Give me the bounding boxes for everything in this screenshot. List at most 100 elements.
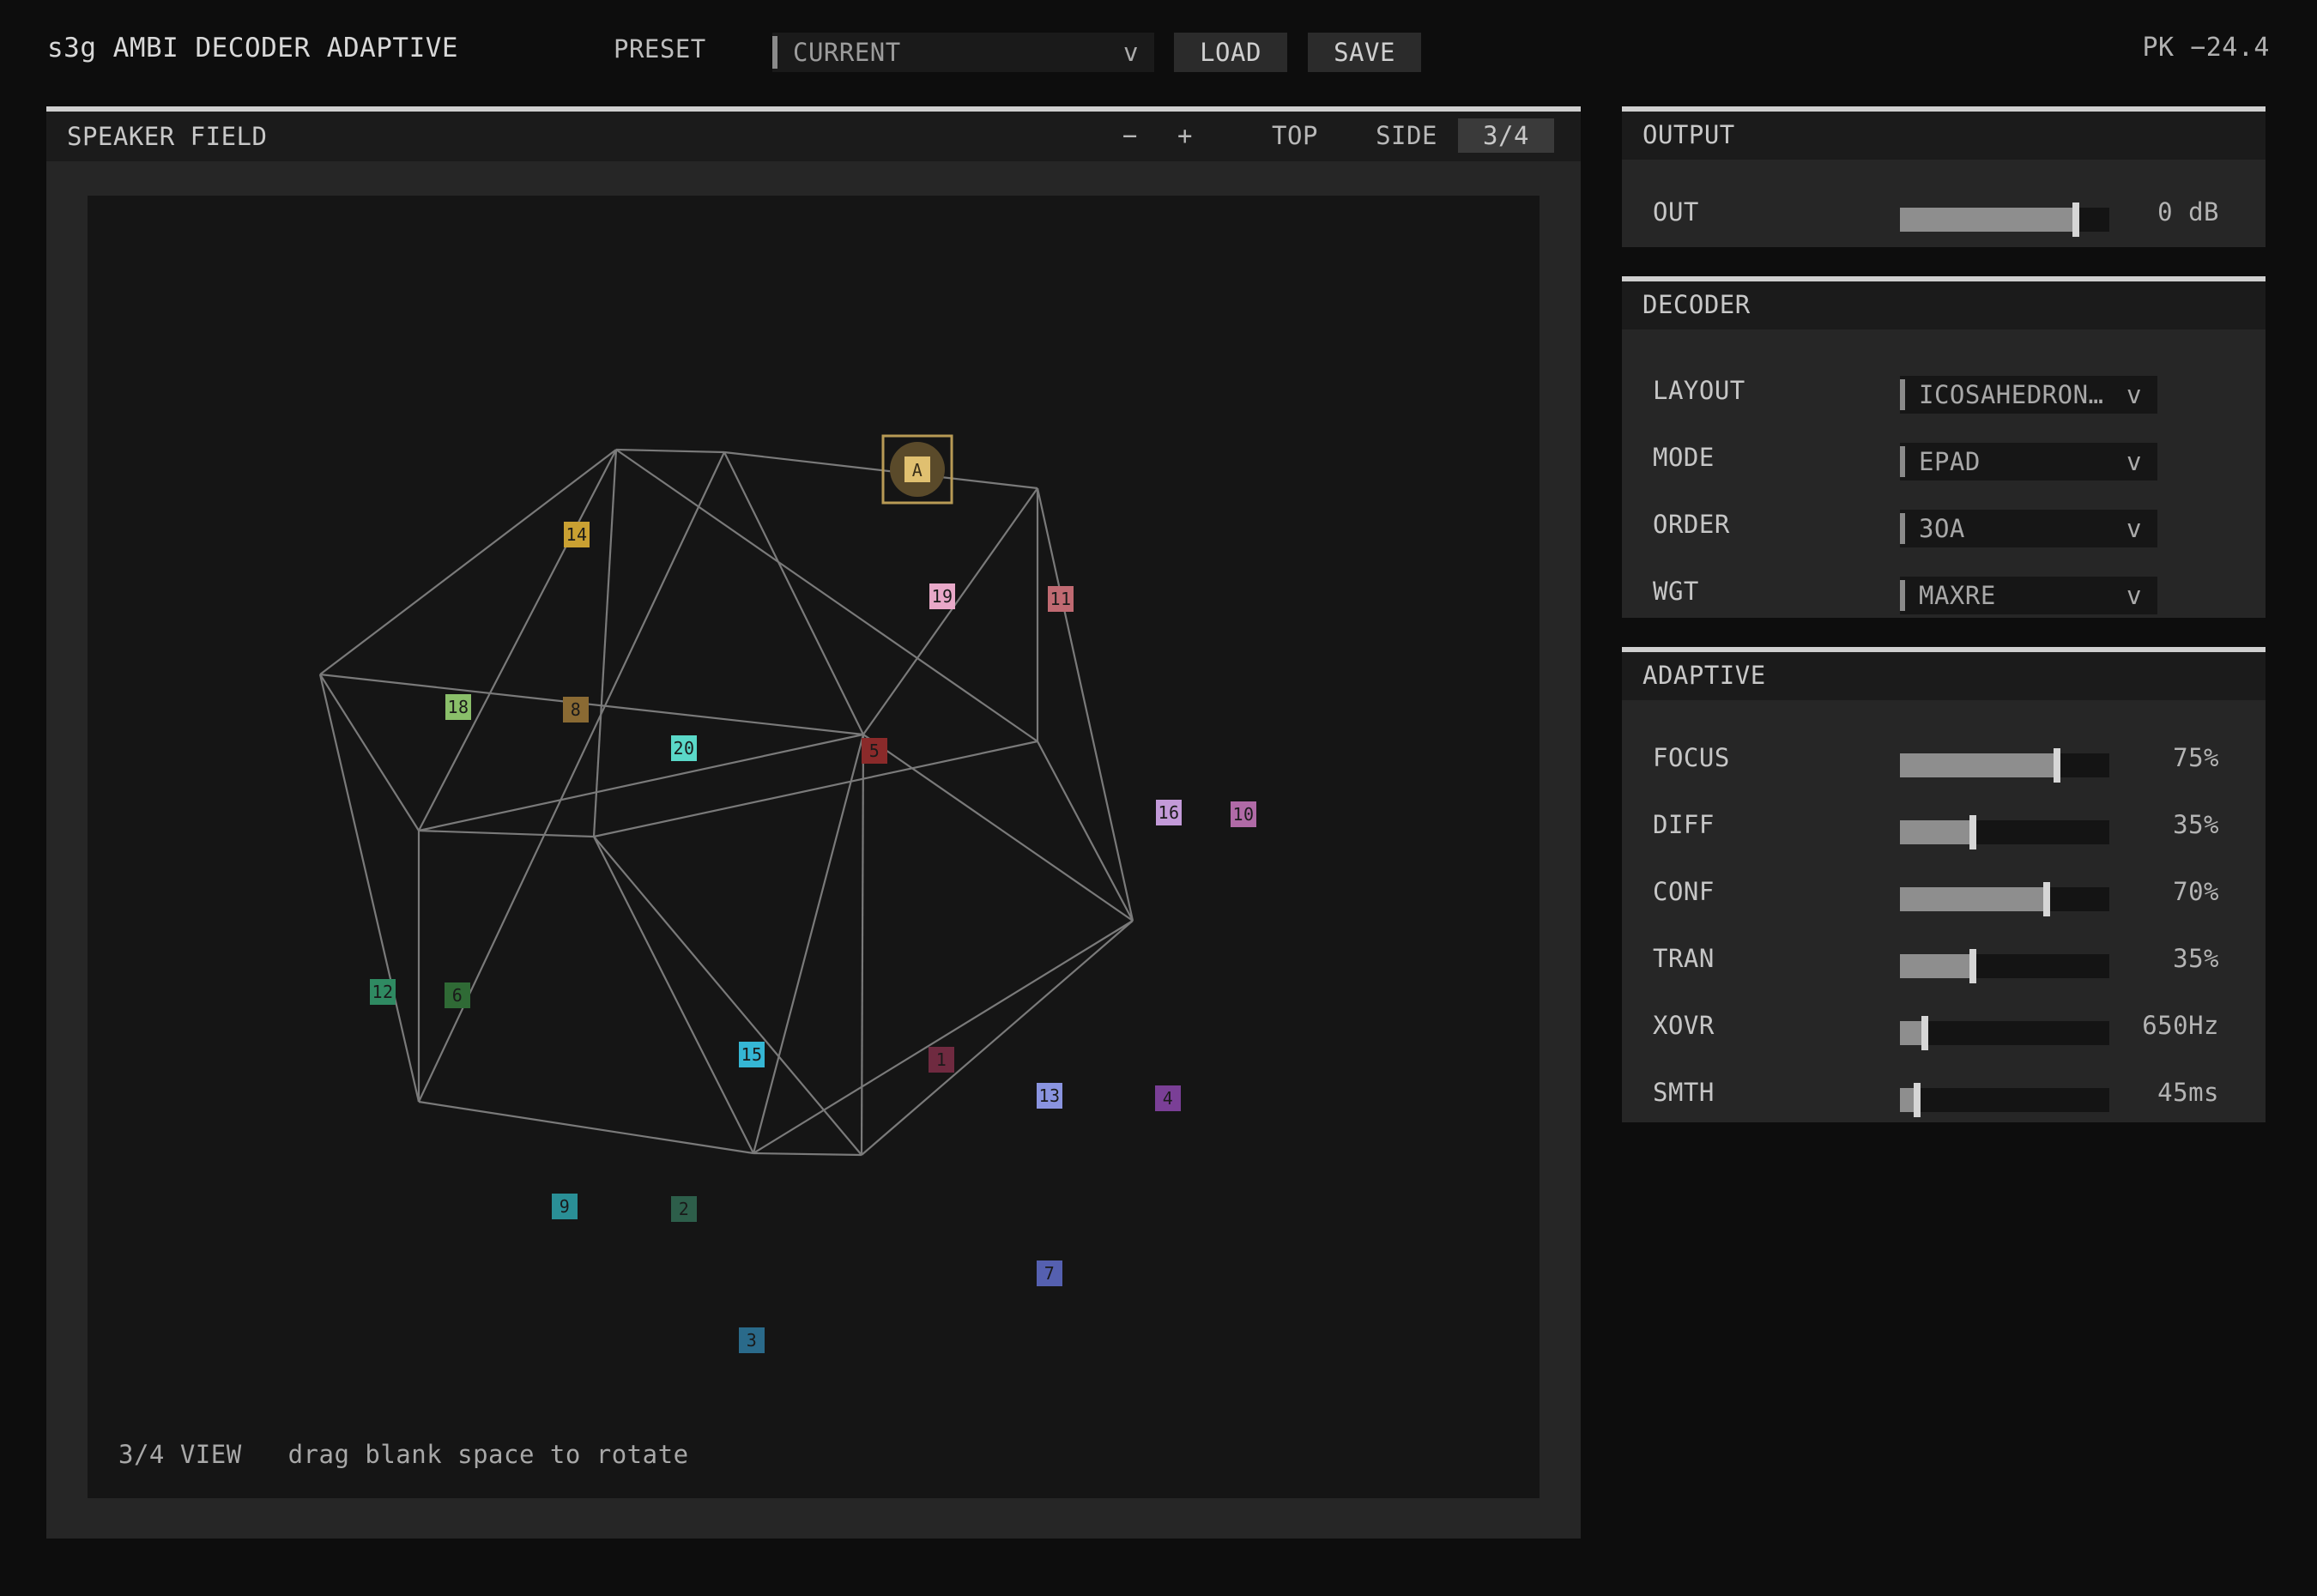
wireframe-edge: [319, 673, 864, 736]
slider-thumb[interactable]: [1969, 815, 1977, 849]
layout-value: ICOSAHEDRON…: [1919, 380, 2104, 409]
speaker-15[interactable]: 15: [739, 1042, 765, 1067]
mode-select[interactable]: EPAD v: [1900, 443, 2157, 481]
xovr-label: XOVR: [1653, 1011, 1715, 1040]
speaker-field-header: SPEAKER FIELD − + TOP SIDE 3/4: [46, 112, 1581, 161]
wireframe-edge: [593, 740, 1038, 838]
wireframe-edge: [319, 674, 420, 831]
view-top-button[interactable]: TOP: [1248, 118, 1342, 153]
diff-label: DIFF: [1653, 810, 1715, 839]
mode-row: MODE EPAD v: [1622, 434, 2266, 486]
wireframe-edge: [860, 734, 865, 1156]
output-panel: OUTPUT OUT 0 dB: [1622, 106, 2266, 247]
tran-row: TRAN 35%: [1622, 935, 2266, 987]
wgt-label: WGT: [1653, 577, 1699, 606]
speaker-16[interactable]: 16: [1156, 800, 1182, 825]
speaker-label: 8: [571, 699, 582, 720]
focus-row: FOCUS 75%: [1622, 735, 2266, 786]
speaker-6[interactable]: 6: [445, 982, 470, 1008]
slider-fill: [1900, 887, 2047, 911]
xovr-value: 650Hz: [2142, 1011, 2219, 1040]
speaker-label: 2: [679, 1199, 690, 1219]
conf-slider[interactable]: [1900, 882, 2109, 916]
focus-label: FOCUS: [1653, 743, 1730, 772]
listener-marker[interactable]: A: [881, 434, 953, 505]
diff-slider[interactable]: [1900, 815, 2109, 849]
speaker-label: 5: [869, 741, 880, 761]
smth-slider[interactable]: [1900, 1083, 2109, 1117]
wireframe-edge: [753, 920, 1134, 1154]
speaker-4[interactable]: 4: [1155, 1085, 1181, 1111]
mode-value: EPAD: [1919, 447, 1981, 476]
wireframe-edge: [862, 487, 1038, 735]
speaker-8[interactable]: 8: [563, 697, 589, 722]
speaker-2[interactable]: 2: [671, 1196, 697, 1222]
speaker-1[interactable]: 1: [929, 1047, 954, 1073]
speaker-3[interactable]: 3: [739, 1327, 765, 1353]
slider-thumb[interactable]: [2072, 203, 2079, 237]
preset-select[interactable]: CURRENT v: [772, 33, 1154, 72]
speaker-19[interactable]: 19: [929, 583, 955, 609]
slider-thumb[interactable]: [2042, 882, 2050, 916]
load-button[interactable]: LOAD: [1174, 33, 1287, 72]
wireframe-edge: [861, 920, 1134, 1156]
select-accent-bar: [1900, 379, 1905, 410]
save-button[interactable]: SAVE: [1308, 33, 1421, 72]
out-label: OUT: [1653, 197, 1699, 227]
wgt-value: MAXRE: [1919, 581, 1996, 610]
speaker-13[interactable]: 13: [1037, 1083, 1062, 1109]
speaker-5[interactable]: 5: [862, 738, 887, 764]
speaker-7[interactable]: 7: [1037, 1260, 1062, 1286]
wireframe-edge: [318, 674, 420, 1103]
view-side-button[interactable]: SIDE: [1359, 118, 1454, 153]
wireframe-edge: [753, 1152, 862, 1157]
speaker-9[interactable]: 9: [552, 1194, 578, 1219]
listener-label: A: [912, 460, 923, 481]
tran-slider[interactable]: [1900, 949, 2109, 983]
slider-thumb[interactable]: [2054, 748, 2060, 783]
chevron-down-icon: v: [2126, 447, 2142, 476]
speaker-12[interactable]: 12: [370, 979, 396, 1005]
wgt-row: WGT MAXRE v: [1622, 568, 2266, 620]
slider-thumb[interactable]: [1921, 1016, 1929, 1050]
conf-value: 70%: [2173, 877, 2219, 906]
slider-fill: [1900, 820, 1974, 844]
speaker-14[interactable]: 14: [564, 522, 590, 547]
diff-row: DIFF 35%: [1622, 801, 2266, 853]
speaker-field-svg[interactable]: A 12345678910111213141516181920: [88, 196, 1540, 1498]
speaker-20[interactable]: 20: [671, 735, 697, 761]
wgt-select[interactable]: MAXRE v: [1900, 577, 2157, 614]
tran-label: TRAN: [1653, 944, 1715, 973]
layout-row: LAYOUT ICOSAHEDRON… v: [1622, 367, 2266, 419]
speaker-label: 14: [566, 524, 587, 545]
xovr-slider[interactable]: [1900, 1016, 2109, 1050]
smth-row: SMTH 45ms: [1622, 1069, 2266, 1121]
speaker-field-canvas[interactable]: A 1 2 3 4 5 6 7 8 9 10 11 12 13 14 15 16 18 19 20 3/4 VIEW…: [88, 196, 1540, 1498]
chevron-down-icon: v: [2126, 514, 2142, 543]
slider-thumb[interactable]: [1969, 949, 1977, 983]
view-three-quarter-button[interactable]: 3/4: [1458, 118, 1554, 153]
zoom-out-button[interactable]: −: [1104, 118, 1157, 153]
conf-label: CONF: [1653, 877, 1715, 906]
order-select[interactable]: 3OA v: [1900, 510, 2157, 547]
slider-fill: [1900, 954, 1974, 978]
speaker-10[interactable]: 10: [1231, 801, 1256, 827]
zoom-in-button[interactable]: +: [1158, 118, 1212, 153]
speaker-label: 9: [560, 1196, 571, 1217]
slider-thumb[interactable]: [1913, 1083, 1921, 1117]
layout-select[interactable]: ICOSAHEDRON… v: [1900, 376, 2157, 414]
out-gain-slider[interactable]: [1900, 203, 2109, 237]
wireframe-edge: [418, 829, 595, 838]
speaker-label: 19: [931, 586, 953, 607]
order-label: ORDER: [1653, 510, 1730, 539]
smth-label: SMTH: [1653, 1078, 1715, 1107]
wireframe-edge: [615, 448, 725, 454]
wireframe-edge: [418, 1100, 754, 1155]
speaker-11[interactable]: 11: [1048, 586, 1074, 612]
focus-slider[interactable]: [1900, 748, 2109, 783]
diff-value: 35%: [2173, 810, 2219, 839]
speaker-18[interactable]: 18: [445, 694, 471, 720]
select-accent-bar: [1900, 580, 1905, 611]
out-row: OUT 0 dB: [1622, 189, 2266, 240]
peak-meter-readout: PK −24.4: [2142, 33, 2270, 63]
